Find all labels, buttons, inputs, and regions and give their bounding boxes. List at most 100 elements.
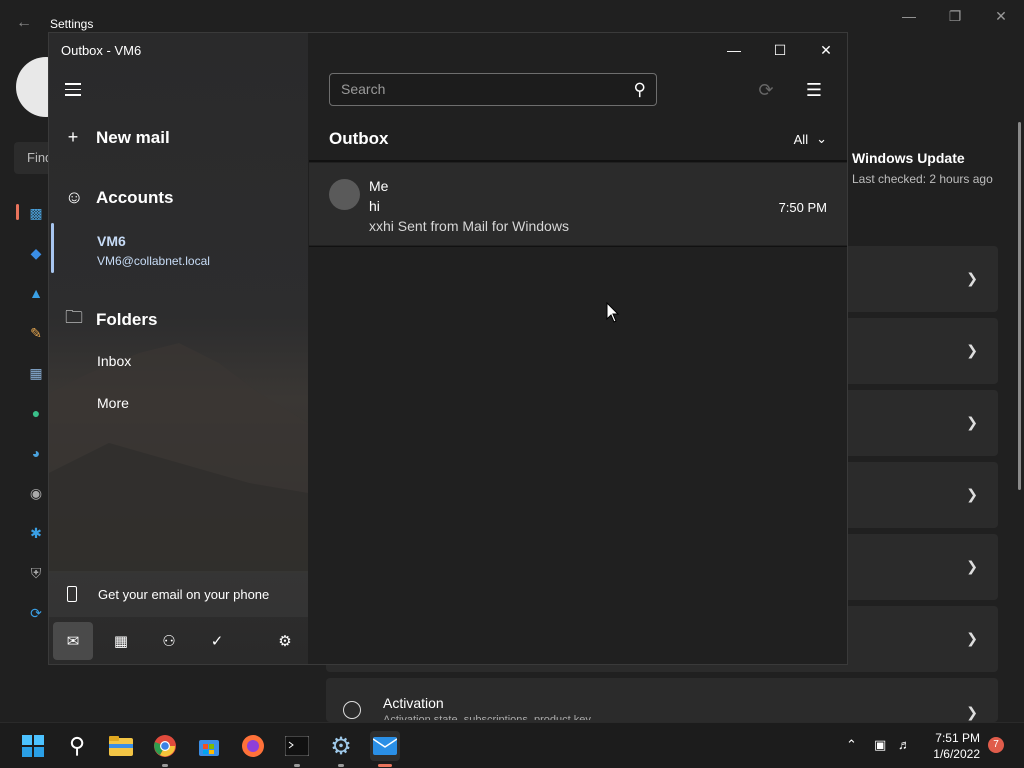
- mail-app-icon[interactable]: [370, 731, 400, 767]
- apps-icon[interactable]: ▦: [26, 363, 46, 383]
- nav-selection-indicator: [16, 204, 19, 220]
- bluetooth-icon[interactable]: ◆: [26, 243, 46, 263]
- chevron-right-icon: ❯: [966, 486, 978, 502]
- folder-item-more[interactable]: More: [97, 395, 129, 411]
- app-switcher-bar: ✉ ▦ ⚇ ✓ ⚙: [49, 619, 308, 664]
- file-explorer-icon[interactable]: [106, 731, 136, 761]
- network-icon[interactable]: ▲: [26, 283, 46, 303]
- search-icon[interactable]: ⚲: [62, 731, 92, 761]
- mail-window-title: Outbox - VM6: [61, 43, 142, 58]
- settings-minimize-button[interactable]: —: [894, 8, 924, 24]
- list-item[interactable]: Me hi xxhi Sent from Mail for Windows 7:…: [309, 163, 847, 245]
- accounts-icon[interactable]: ●: [26, 403, 46, 423]
- account-item-vm6[interactable]: VM6 VM6@collabnet.local: [49, 221, 308, 277]
- todo-check-icon[interactable]: ✓: [197, 622, 237, 660]
- volume-icon[interactable]: ♬: [898, 737, 911, 752]
- search-icon[interactable]: ⚲: [634, 80, 646, 100]
- settings-title: Settings: [50, 17, 94, 31]
- taskbar: ⚲ ⚙ ⌃ ▣ ♬ 7:51 PM 1/6/2022 7: [0, 722, 1024, 768]
- minimize-button[interactable]: —: [711, 39, 757, 61]
- store-icon[interactable]: [194, 731, 224, 761]
- plus-icon: +: [67, 127, 79, 147]
- folder-item-inbox[interactable]: Inbox: [97, 353, 131, 369]
- account-email: VM6@collabnet.local: [97, 254, 210, 268]
- filter-dropdown[interactable]: All ⌄: [794, 131, 827, 147]
- terminal-icon[interactable]: [282, 731, 312, 767]
- chevron-right-icon: ❯: [966, 558, 978, 574]
- folder-title: Outbox: [329, 129, 389, 148]
- selection-mode-icon[interactable]: ☰: [803, 79, 825, 101]
- chevron-right-icon: ❯: [966, 414, 978, 430]
- personalization-icon[interactable]: ✎: [26, 323, 46, 343]
- mouse-cursor-icon: [606, 302, 620, 323]
- system-icon[interactable]: ▩: [26, 203, 46, 223]
- close-button[interactable]: ✕: [803, 39, 849, 61]
- network-icon[interactable]: ▣: [874, 737, 886, 753]
- message-time: 7:50 PM: [778, 200, 827, 215]
- clock-date: 1/6/2022: [933, 747, 980, 761]
- windows-update-last-checked: Last checked: 2 hours ago: [852, 172, 993, 186]
- search-box[interactable]: ⚲: [329, 73, 657, 106]
- chevron-down-icon: ⌄: [816, 131, 827, 146]
- account-name: VM6: [97, 233, 126, 249]
- phone-icon: [67, 586, 77, 602]
- firefox-icon[interactable]: [238, 731, 268, 761]
- chrome-icon[interactable]: [150, 731, 180, 767]
- mail-envelope-icon[interactable]: ✉: [53, 622, 93, 660]
- people-icon[interactable]: ⚇: [149, 622, 189, 660]
- clock[interactable]: 7:51 PM 1/6/2022: [933, 730, 980, 762]
- search-input[interactable]: [341, 81, 621, 97]
- maximize-button[interactable]: ☐: [757, 39, 803, 61]
- chevron-right-icon: ❯: [966, 630, 978, 646]
- settings-close-button[interactable]: ✕: [986, 8, 1016, 25]
- new-mail-label: New mail: [96, 127, 170, 147]
- message-sender: Me: [369, 178, 389, 194]
- folders-label: Folders: [96, 310, 158, 329]
- account-selection-indicator: [51, 223, 54, 273]
- chevron-right-icon: ❯: [966, 270, 978, 286]
- running-indicator: [338, 764, 344, 767]
- hamburger-menu-icon[interactable]: [65, 83, 81, 96]
- accounts-button[interactable]: ☺ Accounts: [65, 187, 173, 208]
- mail-navigation-pane: Outbox - VM6 + New mail ☺ Accounts VM6 V…: [49, 33, 308, 664]
- time-language-icon[interactable]: ◕: [26, 443, 46, 463]
- running-indicator: [294, 764, 300, 767]
- folders-button[interactable]: 🗀 Folders: [65, 305, 157, 335]
- filter-label: All: [793, 131, 809, 147]
- phone-promo-label: Get your email on your phone: [98, 587, 270, 602]
- new-mail-button[interactable]: + New mail: [65, 127, 170, 148]
- activation-check-icon: [343, 701, 361, 719]
- chevron-right-icon: ❯: [966, 342, 978, 358]
- privacy-shield-icon[interactable]: ⛨: [26, 563, 46, 583]
- calendar-icon[interactable]: ▦: [101, 622, 141, 660]
- folder-icon: 🗀: [65, 307, 83, 327]
- phone-promo-button[interactable]: Get your email on your phone: [49, 571, 308, 617]
- settings-scrollbar[interactable]: [1018, 122, 1021, 490]
- sync-icon[interactable]: ⟳: [755, 79, 777, 101]
- gear-icon[interactable]: ⚙: [265, 622, 305, 660]
- settings-restore-button[interactable]: ❐: [940, 8, 970, 25]
- chevron-up-icon[interactable]: ⌃: [846, 737, 857, 753]
- accounts-label: Accounts: [96, 187, 174, 207]
- settings-gear-icon[interactable]: ⚙: [326, 731, 356, 767]
- message-list-pane: — ☐ ✕ ⚲ ⟳ ☰ Outbox All ⌄ Me hi xxhi Sent…: [309, 33, 847, 664]
- active-app-indicator: [378, 764, 392, 767]
- back-arrow-icon[interactable]: ←: [16, 14, 32, 32]
- windows-update-icon[interactable]: ⟳: [26, 603, 46, 623]
- activation-label: Activation: [383, 695, 444, 711]
- gaming-icon[interactable]: ◉: [26, 483, 46, 503]
- accessibility-icon[interactable]: ✱: [26, 523, 46, 543]
- windows-update-title: Windows Update: [852, 150, 965, 166]
- sender-avatar: [329, 179, 360, 210]
- clock-time: 7:51 PM: [935, 731, 980, 745]
- message-preview: xxhi Sent from Mail for Windows: [369, 218, 569, 234]
- divider: [309, 160, 847, 162]
- start-windows-icon[interactable]: [18, 731, 48, 761]
- chevron-right-icon: ❯: [966, 704, 978, 720]
- person-icon: ☺: [65, 187, 84, 207]
- notification-badge[interactable]: 7: [988, 737, 1004, 753]
- divider: [309, 246, 847, 247]
- activation-subtitle: Activation state, subscriptions, product…: [383, 714, 591, 720]
- running-indicator: [162, 764, 168, 767]
- message-subject: hi: [369, 198, 380, 214]
